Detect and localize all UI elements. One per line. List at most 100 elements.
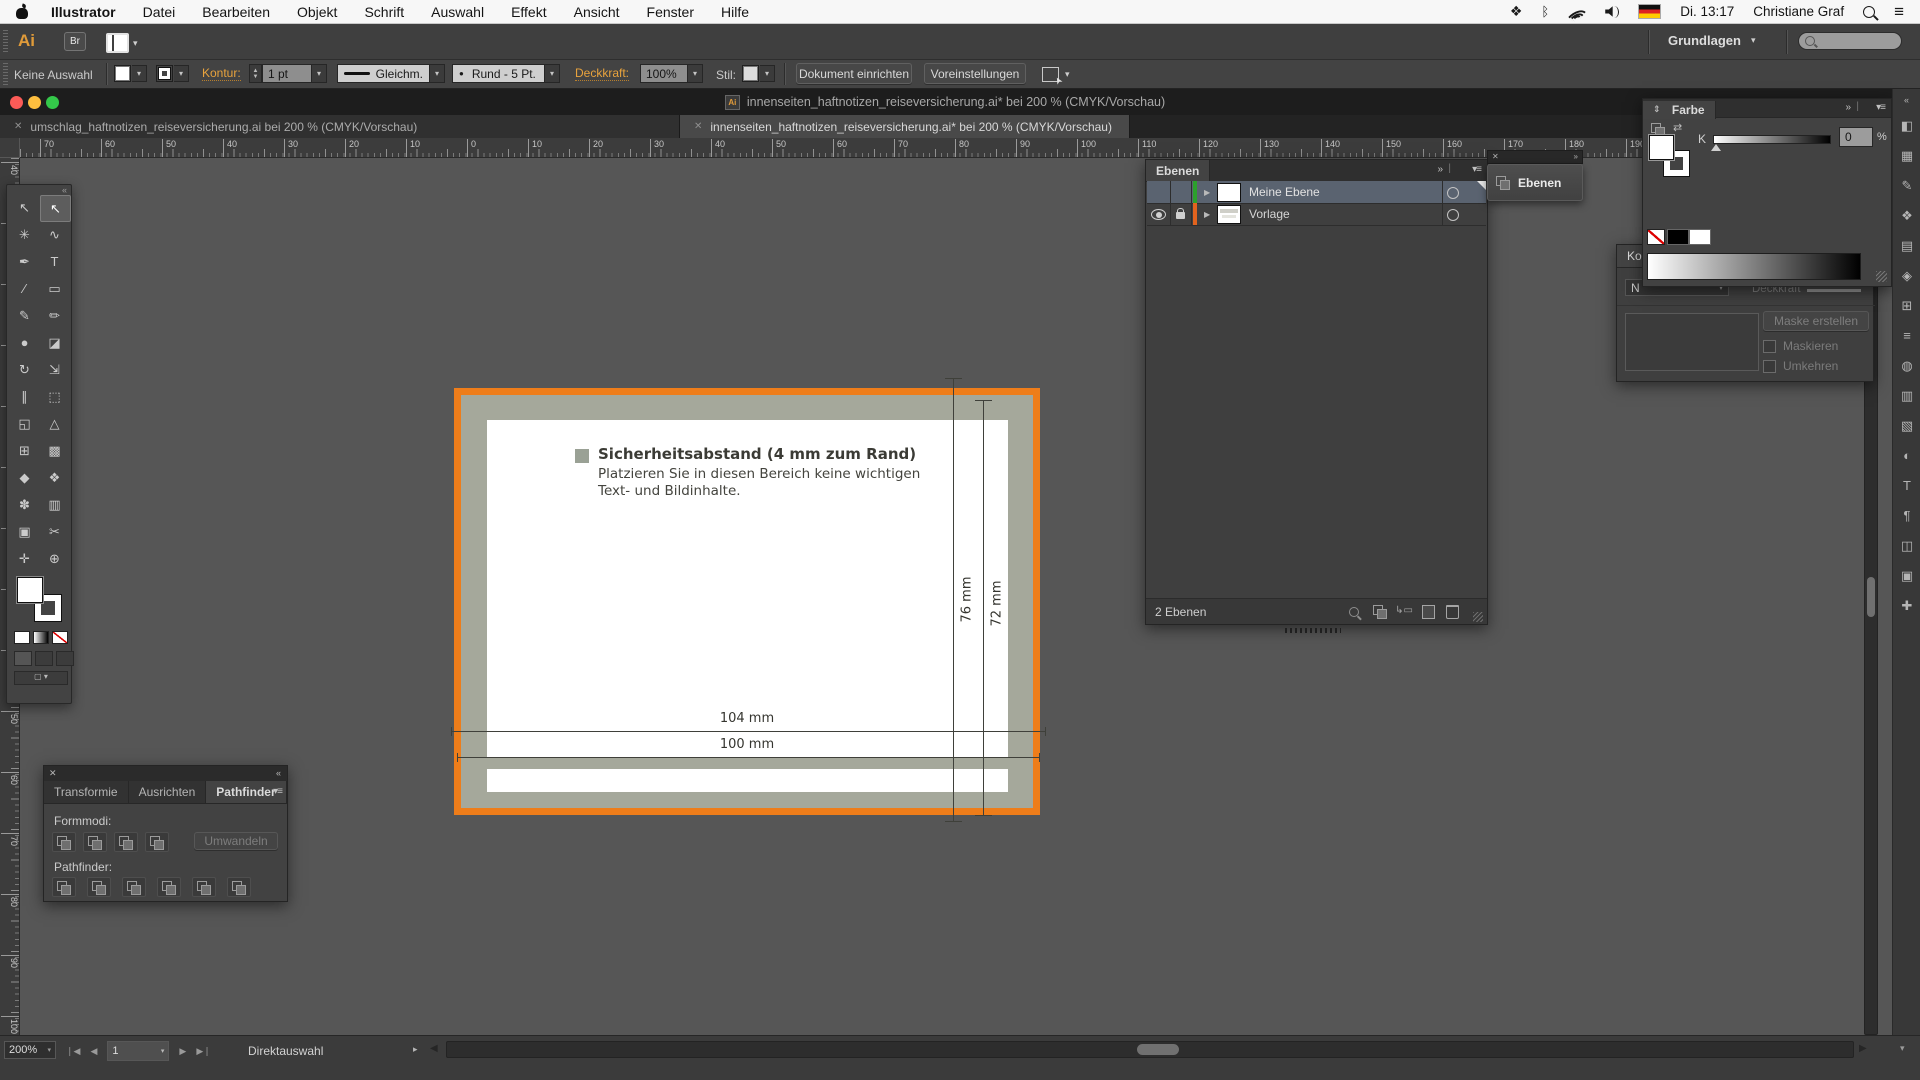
tool-artboard-tool[interactable]: ▣ <box>10 519 39 544</box>
menubar-clock[interactable]: Di. 13:17 <box>1680 4 1734 19</box>
lock-icon[interactable] <box>1176 212 1185 219</box>
variable-width-dropdown[interactable]: ▾ <box>430 64 445 83</box>
expand-layer-icon[interactable]: ▶ <box>1204 210 1210 219</box>
german-flag-input-icon[interactable] <box>1638 4 1661 19</box>
spotlight-icon[interactable] <box>1863 6 1875 18</box>
tool-magic-wand-tool[interactable]: ✳ <box>10 222 39 247</box>
invert-checkbox[interactable] <box>1763 360 1776 373</box>
color-mode-button[interactable] <box>14 631 30 644</box>
fill-color-dropdown[interactable]: ▾ <box>132 65 147 82</box>
tool-type-tool[interactable]: T <box>40 249 69 274</box>
last-artboard-button[interactable]: ▶❘ <box>196 1046 210 1057</box>
tool-direct-selection-tool[interactable]: ↖ <box>40 195 71 222</box>
stroke-panel-icon[interactable]: ▥ <box>1893 383 1920 408</box>
preferences-button[interactable]: Voreinstellungen <box>924 63 1026 84</box>
close-tab-icon[interactable]: ✕ <box>14 121 22 132</box>
k-value-field[interactable]: 0 <box>1839 127 1873 147</box>
variable-width-profile[interactable]: Gleichm. <box>337 64 430 83</box>
delete-layer-icon[interactable] <box>1446 605 1459 619</box>
status-menu-icon[interactable]: ▸ <box>413 1044 418 1055</box>
opacity-field[interactable]: 100% <box>640 64 688 83</box>
swatches-panel-icon[interactable]: ▦ <box>1893 143 1920 168</box>
apple-menu-icon[interactable] <box>16 5 29 19</box>
create-sublayer-icon[interactable]: ↳▭ <box>1395 605 1413 616</box>
menu-objekt[interactable]: Objekt <box>297 4 337 20</box>
layer-name[interactable]: Vorlage <box>1249 207 1290 221</box>
expand-button[interactable]: Umwandeln <box>194 832 278 850</box>
opacity-dropdown[interactable]: ▾ <box>688 64 703 83</box>
tool-paintbrush-tool[interactable]: ✎ <box>10 303 39 328</box>
pathfinder-panel-icon[interactable]: ◍ <box>1893 353 1920 378</box>
paragraph-panel-icon[interactable]: ¶ <box>1893 503 1920 528</box>
gradient-mode-button[interactable] <box>33 631 49 644</box>
isolate-selected-object-button[interactable]: ▾ <box>1042 67 1070 82</box>
tool-blend-tool[interactable]: ❖ <box>40 465 69 490</box>
panel-menu-icon[interactable]: ▾≡ <box>1876 102 1885 113</box>
document-setup-button[interactable]: Dokument einrichten <box>796 63 912 84</box>
k-spectrum-ramp[interactable] <box>1647 253 1861 280</box>
layer-row-vorlage[interactable]: ▶ Vorlage <box>1147 203 1486 226</box>
tab-farbe[interactable]: ⇕ Farbe <box>1643 101 1716 119</box>
symbols-panel-icon[interactable]: ❖ <box>1893 203 1920 228</box>
stroke-weight-field[interactable]: 1 pt <box>262 64 312 83</box>
collapse-panel-icon[interactable]: » <box>1437 164 1443 175</box>
draw-normal-button[interactable] <box>14 651 32 666</box>
gradient-panel-icon[interactable]: ▧ <box>1893 413 1920 438</box>
canvas-horizontal-scrollbar[interactable] <box>446 1041 1854 1058</box>
swap-fill-stroke-icon[interactable]: ⇄ <box>1673 121 1682 134</box>
bluetooth-icon[interactable]: ᛒ <box>1541 4 1549 19</box>
make-mask-button[interactable]: Maske erstellen <box>1763 311 1869 331</box>
visibility-cell[interactable] <box>1147 203 1171 225</box>
dock-bottom-menu-icon[interactable]: ▾ <box>1900 1043 1905 1054</box>
tab-innenseiten[interactable]: ✕ innenseiten_haftnotizen_reiseversicher… <box>680 115 1130 138</box>
links-panel-icon[interactable]: ✚ <box>1893 593 1920 618</box>
pathfinder-minus-back-button[interactable] <box>227 877 251 897</box>
menu-effekt[interactable]: Effekt <box>511 4 547 20</box>
scroll-left-icon[interactable]: ◀ <box>430 1043 438 1054</box>
stroke-weight-dropdown[interactable]: ▾ <box>312 64 327 83</box>
fill-proxy-swatch[interactable] <box>1649 135 1674 160</box>
shape-mode-intersect-button[interactable] <box>114 832 138 852</box>
expand-layer-icon[interactable]: ▶ <box>1204 188 1210 197</box>
tool-zoom-tool[interactable]: ⊕ <box>40 546 69 571</box>
layer-target-icon[interactable] <box>1447 209 1459 221</box>
fill-color-swatch[interactable] <box>114 65 131 82</box>
layer-target-icon[interactable] <box>1447 187 1459 199</box>
lock-cell[interactable] <box>1170 203 1192 225</box>
menubar-user[interactable]: Christiane Graf <box>1753 4 1844 19</box>
lock-cell[interactable] <box>1170 181 1192 203</box>
resize-grip[interactable] <box>1876 271 1887 282</box>
tool-perspective-grid-tool[interactable]: △ <box>40 411 69 436</box>
make-clipping-mask-icon[interactable] <box>1373 605 1387 618</box>
workspace-switcher[interactable]: Grundlagen ▾ <box>1668 33 1755 48</box>
visibility-cell[interactable] <box>1147 181 1171 203</box>
tool-free-transform-tool[interactable]: ⬚ <box>40 384 69 409</box>
character-panel-icon[interactable]: T <box>1893 473 1920 498</box>
layer-thumbnail[interactable] <box>1217 183 1241 202</box>
none-swatch[interactable] <box>1647 229 1665 245</box>
expand-dock-icon[interactable]: » <box>1574 152 1578 161</box>
controlbar-grip[interactable] <box>3 63 8 85</box>
close-panel-icon[interactable]: ✕ <box>49 768 57 779</box>
tool-rectangle-tool[interactable]: ▭ <box>40 276 69 301</box>
graphic-styles-panel-icon[interactable]: ▤ <box>1893 233 1920 258</box>
dropbox-icon[interactable]: ❖ <box>1510 3 1523 20</box>
panel-drag-dots[interactable] <box>1285 628 1341 633</box>
scroll-right-icon[interactable]: ▶ <box>1859 1043 1867 1054</box>
first-artboard-button[interactable]: ❘◀ <box>66 1046 80 1057</box>
opacity-label[interactable]: Deckkraft: <box>575 67 629 81</box>
color-panel-icon[interactable]: ◧ <box>1893 113 1920 138</box>
layer-row-meine-ebene[interactable]: ▶ Meine Ebene <box>1147 181 1486 204</box>
draw-behind-button[interactable] <box>35 651 53 666</box>
tool-width-tool[interactable]: ∥ <box>10 384 39 409</box>
tab-umschlag[interactable]: ✕ umschlag_haftnotizen_reiseversicherung… <box>0 115 680 138</box>
pathfinder-outline-button[interactable] <box>192 877 216 897</box>
stroke-color-dropdown[interactable]: ▾ <box>174 65 189 82</box>
clip-checkbox-row[interactable]: Maskieren <box>1763 339 1838 353</box>
tool-rotate-tool[interactable]: ↻ <box>10 357 39 382</box>
white-swatch[interactable] <box>1689 229 1711 245</box>
none-mode-button[interactable] <box>52 631 68 644</box>
menu-hilfe[interactable]: Hilfe <box>721 4 749 20</box>
draw-inside-button[interactable] <box>56 651 74 666</box>
tool-pencil-tool[interactable]: ✏ <box>40 303 69 328</box>
